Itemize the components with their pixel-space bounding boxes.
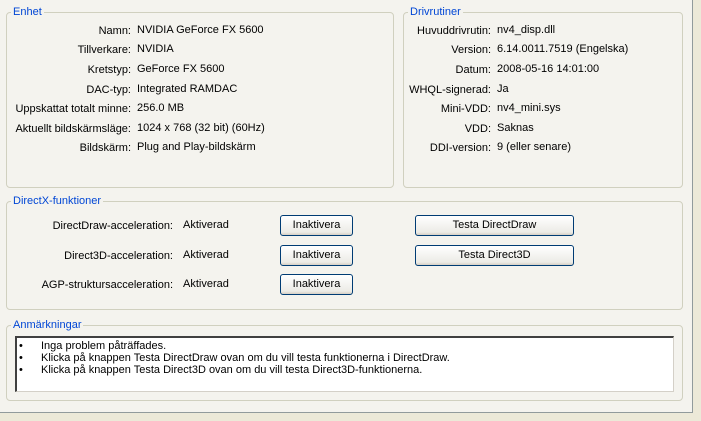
disable-agp-button[interactable]: Inaktivera xyxy=(280,274,353,295)
note-text: Inga problem påträffades. xyxy=(41,340,167,352)
test-directdraw-button[interactable]: Testa DirectDraw xyxy=(415,215,574,236)
test-direct3d-button[interactable]: Testa Direct3D xyxy=(415,245,574,266)
device-row-mode: Aktuellt bildskärmsläge: xyxy=(0,122,131,136)
notes-textbox[interactable]: • Inga problem påträffades. • Klicka på … xyxy=(15,336,674,392)
directdraw-row: DirectDraw-acceleration: xyxy=(0,219,173,233)
driver-ddi-label: DDI-version: xyxy=(429,142,491,154)
device-manufacturer-label: Tillverkare: xyxy=(77,44,131,56)
device-name-value: NVIDIA GeForce FX 5600 xyxy=(137,24,264,36)
driver-date-value: 2008-05-16 14:01:00 xyxy=(497,63,600,75)
driver-main-value: nv4_disp.dll xyxy=(497,24,556,36)
note-text: Klicka på knappen Testa DirectDraw ovan … xyxy=(41,352,450,364)
directx-group-legend: DirectX-funktioner xyxy=(13,195,102,207)
device-group-legend: Enhet xyxy=(13,6,42,18)
drivers-group-legend: Drivrutiner xyxy=(410,6,461,18)
device-manufacturer-value: NVIDIA xyxy=(137,43,174,55)
device-dac-label: DAC-typ: xyxy=(86,84,131,96)
device-mode-label: Aktuellt bildskärmsläge: xyxy=(15,123,131,135)
note-text: Klicka på knappen Testa Direct3D ovan om… xyxy=(41,364,423,376)
directdraw-status: Aktiverad xyxy=(183,219,229,231)
driver-date-label: Datum: xyxy=(455,64,491,76)
device-row-dac: DAC-typ: xyxy=(0,83,131,97)
device-row-monitor: Bildskärm: xyxy=(0,141,131,155)
device-monitor-label: Bildskärm: xyxy=(79,142,131,154)
driver-row-vdd: VDD: xyxy=(400,122,491,136)
driver-minivdd-label: Mini-VDD: xyxy=(440,103,491,115)
device-name-label: Namn: xyxy=(98,25,131,37)
driver-row-main: Huvuddrivrutin: xyxy=(400,24,491,38)
device-mode-value: 1024 x 768 (32 bit) (60Hz) xyxy=(137,122,265,134)
notes-list: • Inga problem påträffades. • Klicka på … xyxy=(17,338,673,376)
notes-group-legend: Anmärkningar xyxy=(13,319,82,331)
device-dac-value: Integrated RAMDAC xyxy=(137,83,238,95)
driver-version-label: Version: xyxy=(451,44,491,56)
device-chip-label: Kretstyp: xyxy=(87,64,131,76)
agp-status: Aktiverad xyxy=(183,278,229,290)
driver-whql-value: Ja xyxy=(497,83,509,95)
directdraw-label: DirectDraw-acceleration: xyxy=(52,220,173,232)
driver-row-ddi: DDI-version: xyxy=(400,141,491,155)
note-item: • Klicka på knappen Testa Direct3D ovan … xyxy=(17,364,673,376)
driver-main-label: Huvuddrivrutin: xyxy=(417,25,491,37)
device-row-manufacturer: Tillverkare: xyxy=(0,43,131,57)
driver-minivdd-value: nv4_mini.sys xyxy=(497,102,561,114)
device-chip-value: GeForce FX 5600 xyxy=(137,63,225,75)
direct3d-label: Direct3D-acceleration: xyxy=(64,250,173,262)
direct3d-status: Aktiverad xyxy=(183,249,229,261)
driver-version-value: 6.14.0011.7519 (Engelska) xyxy=(497,43,629,55)
driver-row-minivdd: Mini-VDD: xyxy=(400,102,491,116)
driver-vdd-value: Saknas xyxy=(497,122,534,134)
note-bullet: • xyxy=(19,364,23,376)
device-row-memory: Uppskattat totalt minne: xyxy=(0,102,131,116)
device-memory-label: Uppskattat totalt minne: xyxy=(15,103,131,115)
note-item: • Klicka på knappen Testa DirectDraw ova… xyxy=(17,352,673,364)
disable-direct3d-button[interactable]: Inaktivera xyxy=(280,245,353,266)
note-item: • Inga problem påträffades. xyxy=(17,340,673,352)
driver-whql-label: WHQL-signerad: xyxy=(409,84,491,96)
agp-label: AGP-struktursacceleration: xyxy=(41,279,173,291)
device-monitor-value: Plug and Play-bildskärm xyxy=(137,141,256,153)
note-bullet: • xyxy=(19,340,23,352)
disable-directdraw-button[interactable]: Inaktivera xyxy=(280,215,353,236)
device-memory-value: 256.0 MB xyxy=(137,102,185,114)
driver-row-date: Datum: xyxy=(400,63,491,77)
display-tab-panel: Enhet Namn: NVIDIA GeForce FX 5600 Tillv… xyxy=(0,0,693,413)
agp-row: AGP-struktursacceleration: xyxy=(0,278,173,292)
driver-vdd-label: VDD: xyxy=(464,123,491,135)
direct3d-row: Direct3D-acceleration: xyxy=(0,249,173,263)
driver-row-whql: WHQL-signerad: xyxy=(400,83,491,97)
device-row-name: Namn: xyxy=(0,24,131,38)
driver-ddi-value: 9 (eller senare) xyxy=(497,141,571,153)
driver-row-version: Version: xyxy=(400,43,491,57)
note-bullet: • xyxy=(19,352,23,364)
device-row-chip: Kretstyp: xyxy=(0,63,131,77)
